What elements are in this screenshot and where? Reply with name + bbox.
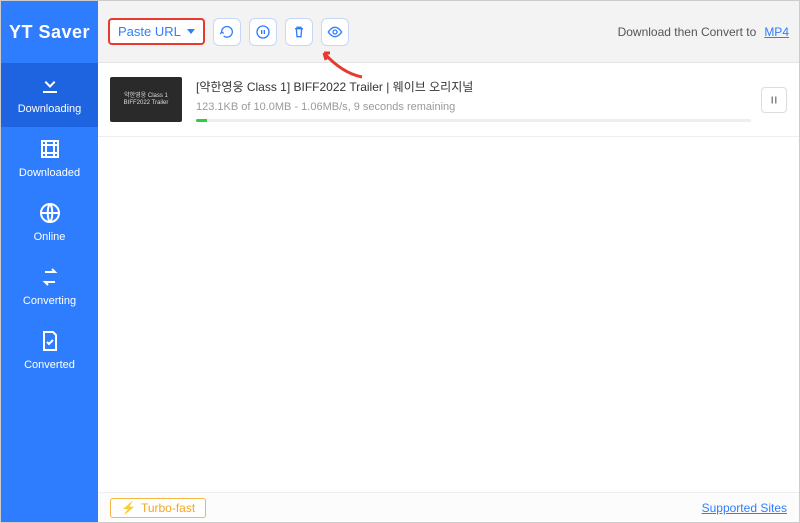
download-title: [약한영웅 Class 1] BIFF2022 Trailer | 웨이브 오리… [196, 78, 751, 95]
sidebar-item-label: Downloading [18, 103, 82, 115]
chevron-down-icon [187, 29, 195, 34]
pause-item-button[interactable] [761, 87, 787, 113]
sidebar-item-converting[interactable]: Converting [1, 255, 98, 319]
supported-sites-link[interactable]: Supported Sites [702, 501, 787, 515]
sidebar-item-downloaded[interactable]: Downloaded [1, 127, 98, 191]
toolbar: Paste URL Download then Convert to MP4 [98, 1, 799, 63]
paste-url-button[interactable]: Paste URL [108, 18, 205, 45]
sidebar-item-online[interactable]: Online [1, 191, 98, 255]
bolt-icon: ⚡ [121, 501, 136, 515]
convert-format-area: Download then Convert to MP4 [618, 25, 789, 39]
thumbnail: 약한영웅 Class 1 BIFF2022 Trailer [110, 77, 182, 122]
file-check-icon [38, 329, 62, 353]
paste-url-label: Paste URL [118, 24, 181, 39]
download-list: 약한영웅 Class 1 BIFF2022 Trailer [약한영웅 Clas… [98, 63, 799, 492]
refresh-icon [219, 24, 235, 40]
download-icon [38, 73, 62, 97]
convert-format-link[interactable]: MP4 [764, 25, 789, 39]
app-logo: YT Saver [1, 1, 98, 63]
sidebar-item-label: Online [34, 231, 66, 243]
thumbnail-caption: 약한영웅 Class 1 BIFF2022 Trailer [110, 93, 182, 106]
globe-icon [38, 201, 62, 225]
download-stats: 123.1KB of 10.0MB - 1.06MB/s, 9 seconds … [196, 101, 751, 113]
pause-icon [255, 24, 271, 40]
preview-button[interactable] [321, 18, 349, 46]
turbo-fast-button[interactable]: ⚡ Turbo-fast [110, 498, 206, 518]
eye-icon [327, 24, 343, 40]
pause-all-button[interactable] [249, 18, 277, 46]
trash-icon [291, 24, 307, 40]
sidebar-item-downloading[interactable]: Downloading [1, 63, 98, 127]
sidebar-item-label: Converted [24, 359, 75, 371]
main-area: ✦ ≡ – □ × Paste URL Downloa [98, 1, 799, 522]
delete-button[interactable] [285, 18, 313, 46]
sidebar-item-label: Downloaded [19, 167, 80, 179]
download-item: 약한영웅 Class 1 BIFF2022 Trailer [약한영웅 Clas… [98, 63, 799, 137]
sidebar: YT Saver Downloading Downloaded Online [1, 1, 98, 522]
sidebar-nav: Downloading Downloaded Online Converting [1, 63, 98, 383]
convert-icon [38, 265, 62, 289]
sidebar-item-converted[interactable]: Converted [1, 319, 98, 383]
download-info: [약한영웅 Class 1] BIFF2022 Trailer | 웨이브 오리… [196, 78, 751, 122]
turbo-label: Turbo-fast [141, 501, 195, 515]
pause-icon [768, 94, 780, 106]
progress-bar [196, 119, 751, 122]
download-convert-label: Download then Convert to [618, 25, 757, 39]
film-icon [38, 137, 62, 161]
footer: ⚡ Turbo-fast Supported Sites [98, 492, 799, 522]
refresh-button[interactable] [213, 18, 241, 46]
sidebar-item-label: Converting [23, 295, 76, 307]
